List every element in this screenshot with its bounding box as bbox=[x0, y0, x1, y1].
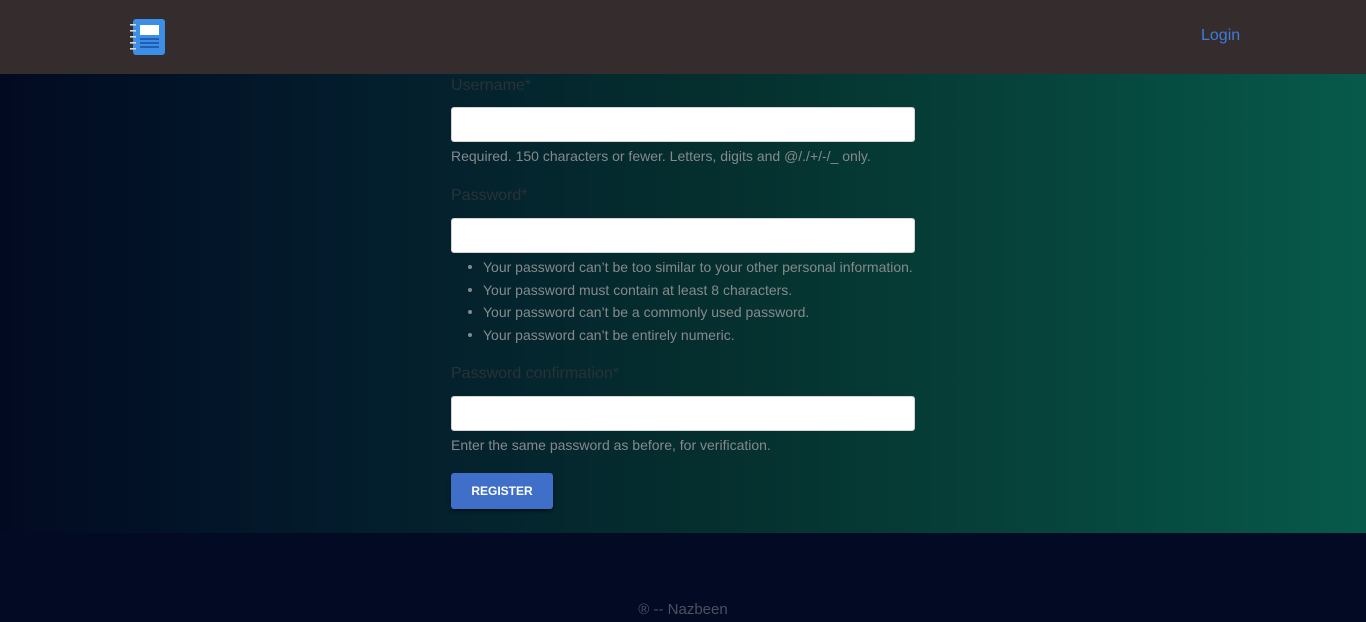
password-rules-list: Your password can’t be too similar to yo… bbox=[451, 258, 913, 348]
password-confirmation-label: Password confirmation* bbox=[451, 365, 620, 382]
login-link[interactable]: Login bbox=[1201, 27, 1240, 45]
username-label: Username* bbox=[451, 77, 532, 94]
password-rule: Your password can’t be entirely numeric. bbox=[451, 326, 913, 349]
brand-logo[interactable] bbox=[130, 18, 166, 56]
password-confirmation-input[interactable] bbox=[451, 396, 915, 431]
username-help-text: Required. 150 characters or fewer. Lette… bbox=[451, 148, 871, 164]
password-confirmation-help-text: Enter the same password as before, for v… bbox=[451, 437, 771, 453]
username-input[interactable] bbox=[451, 107, 915, 142]
registration-form: Username* Required. 150 characters or fe… bbox=[451, 74, 921, 533]
footer: ® -- Nazbeen bbox=[0, 533, 1366, 622]
notebook-icon bbox=[130, 19, 165, 55]
password-label: Password* bbox=[451, 187, 528, 204]
password-rule: Your password can’t be a commonly used p… bbox=[451, 303, 913, 326]
password-input[interactable] bbox=[451, 218, 915, 253]
footer-copyright: ® -- Nazbeen bbox=[638, 601, 728, 618]
password-rule: Your password must contain at least 8 ch… bbox=[451, 281, 913, 304]
registration-section: Username* Required. 150 characters or fe… bbox=[0, 74, 1366, 533]
password-rule: Your password can’t be too similar to yo… bbox=[451, 258, 913, 281]
navbar: Login bbox=[0, 0, 1366, 74]
register-button[interactable]: REGISTER bbox=[451, 473, 553, 509]
